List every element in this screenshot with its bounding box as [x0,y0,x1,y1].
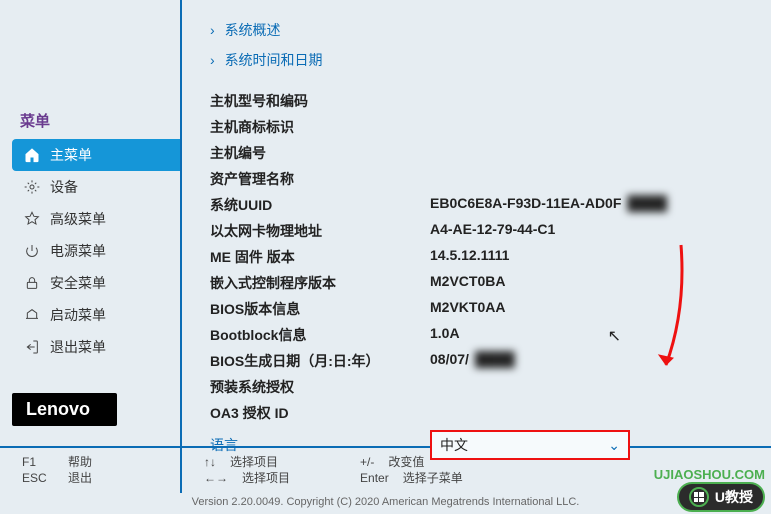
link-label: 系统概述 [225,22,281,38]
info-label: 主机商标标识 [210,117,430,137]
info-row: BIOS生成日期（月:日:年）08/07/████ [210,348,741,374]
device-icon [22,179,42,195]
info-row: 主机型号和编码 [210,88,741,114]
lenovo-logo: Lenovo [12,393,117,426]
star-icon [22,211,42,227]
info-value [430,403,741,423]
menu-advanced[interactable]: 高级菜单 [12,203,180,235]
chevron-right-icon: › [210,52,215,68]
chevron-down-icon: ⌄ [608,437,620,454]
info-row: 嵌入式控制程序版本M2VCT0BA [210,270,741,296]
info-row: 预装系统授权 [210,374,741,400]
link-system-overview[interactable]: › 系统概述 [210,20,741,40]
info-label: 预装系统授权 [210,377,430,397]
info-value [430,143,741,163]
info-row: OA3 授权 ID [210,400,741,426]
menu-label: 高级菜单 [50,209,106,229]
info-label: OA3 授权 ID [210,403,430,423]
menu-label: 电源菜单 [50,241,106,261]
key-label: 帮助 [68,454,92,470]
language-label: 语言 [210,435,430,455]
key-leftright: ←→ [204,470,228,486]
menu-label: 安全菜单 [50,273,106,293]
menu-label: 退出菜单 [50,337,106,357]
info-row: 系统UUIDEB0C6E8A-F93D-11EA-AD0F████ [210,192,741,218]
info-label: ME 固件 版本 [210,247,430,267]
info-label: BIOS生成日期（月:日:年） [210,351,430,371]
menu-heading: 菜单 [12,110,180,131]
copyright-text: Version 2.20.0049. Copyright (C) 2020 Am… [0,493,771,510]
menu-device[interactable]: 设备 [12,171,180,203]
info-row: 资产管理名称 [210,166,741,192]
info-value: M2VKT0AA [430,299,741,319]
info-value [430,377,741,397]
info-label: 资产管理名称 [210,169,430,189]
info-label: 主机编号 [210,143,430,163]
info-label: Bootblock信息 [210,325,430,345]
key-esc: ESC [22,470,54,486]
exit-icon [22,339,42,355]
key-enter: Enter [360,470,389,486]
info-value: 14.5.12.1111 [430,247,741,267]
link-label: 系统时间和日期 [225,52,323,68]
chevron-right-icon: › [210,22,215,38]
info-value [430,91,741,111]
info-value: EB0C6E8A-F93D-11EA-AD0F████ [430,195,741,215]
info-label: BIOS版本信息 [210,299,430,319]
key-label: 退出 [68,470,92,486]
menu-exit[interactable]: 退出菜单 [12,331,180,363]
home-icon [22,147,42,163]
boot-icon [22,307,42,323]
info-label: 主机型号和编码 [210,91,430,111]
menu-main[interactable]: 主菜单 [12,139,180,171]
menu-label: 启动菜单 [50,305,106,325]
menu-security[interactable]: 安全菜单 [12,267,180,299]
info-label: 嵌入式控制程序版本 [210,273,430,293]
info-table: 主机型号和编码 主机商标标识 主机编号 资产管理名称系统UUIDEB0C6E8A… [210,88,741,426]
menu-power[interactable]: 电源菜单 [12,235,180,267]
info-value: A4-AE-12-79-44-C1 [430,221,741,241]
power-icon [22,243,42,259]
info-label: 以太网卡物理地址 [210,221,430,241]
info-value: M2VCT0BA [430,273,741,293]
info-row: BIOS版本信息M2VKT0AA [210,296,741,322]
key-f1: F1 [22,454,54,470]
menu-label: 设备 [50,177,78,197]
key-label: 选择项目 [242,470,290,486]
link-system-datetime[interactable]: › 系统时间和日期 [210,50,741,70]
menu-label: 主菜单 [50,145,92,165]
info-value [430,117,741,137]
language-select[interactable]: 中文 ⌄ [430,430,630,460]
info-row: Bootblock信息1.0A [210,322,741,348]
menu-boot[interactable]: 启动菜单 [12,299,180,331]
info-value: 08/07/████ [430,351,741,371]
sidebar-menu: 主菜单 设备 高级菜单 电源菜单 安全菜单 启动菜单 [12,139,180,363]
key-label: 选择子菜单 [403,470,463,486]
info-value [430,169,741,189]
info-row: 以太网卡物理地址A4-AE-12-79-44-C1 [210,218,741,244]
info-row: ME 固件 版本14.5.12.1111 [210,244,741,270]
lock-icon [22,275,42,291]
language-value: 中文 [440,435,468,455]
info-row: 主机编号 [210,140,741,166]
info-label: 系统UUID [210,195,430,215]
info-value: 1.0A [430,325,741,345]
info-row: 主机商标标识 [210,114,741,140]
